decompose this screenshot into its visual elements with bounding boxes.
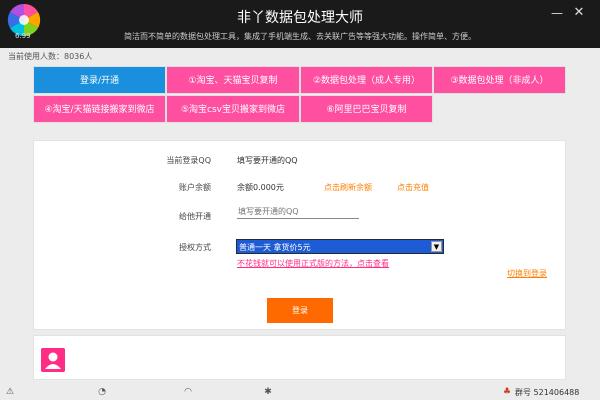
app-subtitle: 简洁而不简单的数据包处理工具，集成了手机端生成、去关联广告等等强大功能。操作简单… <box>124 32 476 41</box>
refresh-balance-link[interactable]: 点击刷新余额 <box>324 182 372 193</box>
tab-alibaba-copy[interactable]: ⑥阿里巴巴宝贝复制 <box>300 95 433 123</box>
balance-label: 账户余额 <box>179 183 211 192</box>
qq-group-icon: ♣ <box>502 387 512 397</box>
chevron-down-icon[interactable]: ▼ <box>431 241 442 252</box>
current-login-value: 填写要开通的QQ <box>237 156 298 165</box>
close-icon[interactable]: ✕ <box>570 4 588 22</box>
recharge-link[interactable]: 点击充值 <box>397 182 429 193</box>
app-title: 非丫数据包处理大师 <box>237 10 363 26</box>
rss-icon[interactable]: ◔ <box>96 386 108 398</box>
tab-bar: 登录/开通 ①淘宝、天猫宝贝复制 ②数据包处理（成人专用） ③数据包处理（非成人… <box>33 66 566 123</box>
title-bar: 6.99 非丫数据包处理大师 简洁而不简单的数据包处理工具，集成了手机端生成、去… <box>0 0 600 48</box>
tab-package-adult[interactable]: ②数据包处理（成人专用） <box>300 66 433 94</box>
tab-login[interactable]: 登录/开通 <box>33 66 166 94</box>
tab-csv-to-weidian[interactable]: ⑤淘宝csv宝贝搬家到微店 <box>166 95 300 123</box>
minimize-icon[interactable]: — <box>548 4 566 22</box>
settings-icon[interactable]: ✱ <box>262 386 274 398</box>
balance-value: 余额0.000元 <box>237 183 284 192</box>
avatar-icon <box>41 348 65 372</box>
open-for-qq-input[interactable] <box>237 205 359 219</box>
tab-link-to-weidian[interactable]: ④淘宝/天猫链接搬家到微店 <box>33 95 166 123</box>
auth-method-label: 授权方式 <box>179 243 211 252</box>
auth-method-select[interactable]: 普通一天 拿货价5元 ▼ <box>236 239 444 254</box>
login-panel: 当前登录QQ 填写要开通的QQ 账户余额 余额0.000元 点击刷新余额 点击充… <box>33 140 566 330</box>
open-for-label: 给他开通 <box>179 212 211 221</box>
switch-to-login-link[interactable]: 切换到登录 <box>507 268 547 279</box>
warning-icon[interactable]: ⚠ <box>4 386 16 398</box>
auth-method-selected: 普通一天 拿货价5元 <box>239 243 311 252</box>
user-count: 当前使用人数：8036人 <box>8 52 93 61</box>
free-method-link[interactable]: 不花钱就可以使用正式版的方法，点击查看 <box>237 258 389 269</box>
tab-taobao-copy[interactable]: ①淘宝、天猫宝贝复制 <box>166 66 300 94</box>
bottom-panel <box>33 335 566 380</box>
current-login-label: 当前登录QQ <box>166 156 211 165</box>
qq-group-number: 群号 521406488 <box>515 388 580 397</box>
status-bar: ⚠ ◔ ◠ ✱ ♣ 群号 521406488 <box>0 384 600 400</box>
tab-package-nonadult[interactable]: ③数据包处理（非成人） <box>433 66 566 94</box>
wifi-icon[interactable]: ◠ <box>182 386 194 398</box>
login-button[interactable]: 登录 <box>267 298 333 323</box>
